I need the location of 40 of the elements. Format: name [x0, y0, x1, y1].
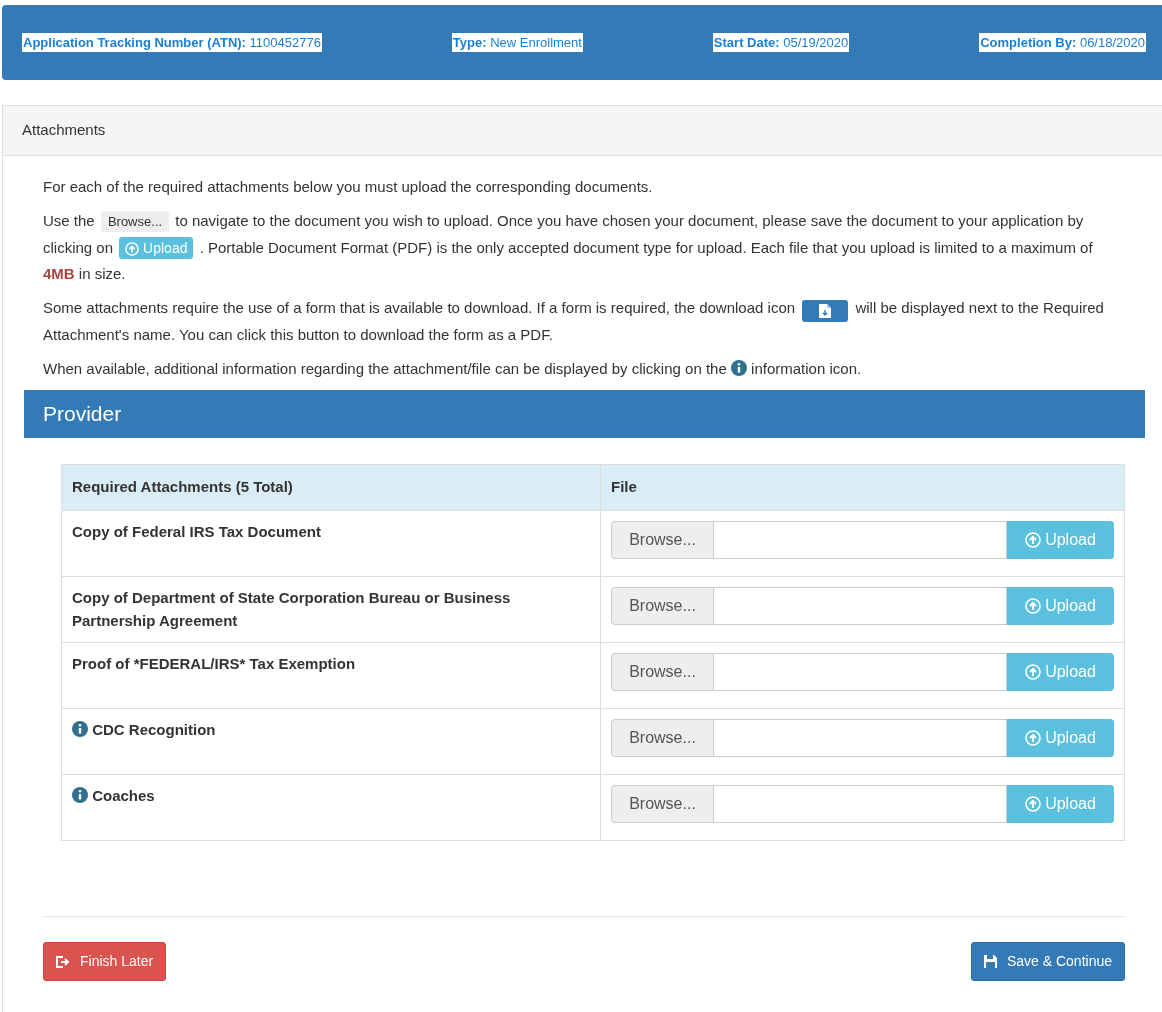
document-icon [819, 304, 832, 318]
file-name-field[interactable] [714, 521, 1007, 559]
file-name-field[interactable] [714, 719, 1007, 757]
upload-icon [1025, 598, 1042, 614]
attachment-name: Copy of Federal IRS Tax Document [72, 523, 321, 540]
upload-icon [1025, 796, 1042, 812]
attachment-name: Copy of Department of State Corporation Bureau or Business Partnership Agreement [72, 589, 511, 629]
file-name-field[interactable] [714, 587, 1007, 625]
upload-icon [1025, 730, 1042, 746]
attachment-name: Coaches [92, 787, 155, 804]
info-icon[interactable] [72, 787, 88, 803]
upload-icon [125, 242, 140, 257]
attachment-name: Proof of *FEDERAL/IRS* Tax Exemption [72, 655, 356, 672]
info-icon[interactable] [72, 721, 88, 737]
header-field: Start Date: 05/19/2020 [712, 32, 850, 53]
instruction-text: For each of the required attachments below you must upload the corresponding documents. [43, 177, 654, 197]
upload-icon [1025, 664, 1042, 680]
panel-title: Attachments [22, 120, 106, 141]
browse-button[interactable]: Browse... [611, 587, 714, 625]
exit-icon [56, 955, 70, 968]
section-title: Provider [43, 401, 122, 428]
browse-button[interactable]: Browse... [611, 719, 714, 757]
file-name-field[interactable] [714, 653, 1007, 691]
header-field: Completion By: 06/18/2020 [979, 32, 1146, 53]
instruction-text: Use the Browse... to navigate to the document you wish to upload. Once you have chosen your document, please save the document to your application by clicking on Upload . Portable Document Format (PDF) is the only accepted document type for upload. Each file that you upload is limited to a maximum of 4MB in size. [43, 210, 1094, 284]
upload-icon [1025, 532, 1042, 548]
browse-button[interactable]: Browse... [611, 785, 714, 823]
column-header: Required Attachments (5 Total) [61, 464, 601, 511]
column-header: File [600, 464, 1125, 511]
header-field: Application Tracking Number (ATN): 1100452776 [22, 32, 322, 53]
attachment-name: CDC Recognition [92, 721, 216, 738]
finish-later-button[interactable]: Finish Later [43, 942, 167, 981]
header-field: Type: New Enrollment [451, 32, 583, 53]
instruction-text: Some attachments require the use of a form that is available to download. If a form is required, the download icon will be displayed next to the Required Attachment's name. You can click this button to download the form as a PDF. [43, 298, 1105, 345]
instruction-text: When available, additional information regarding the attachment/file can be displayed by clicking on the information icon. [43, 359, 863, 379]
browse-button[interactable]: Browse... [611, 521, 714, 559]
browse-button[interactable]: Browse... [611, 653, 714, 691]
info-icon[interactable] [730, 360, 747, 376]
save-continue-button[interactable]: Save & Continue [970, 942, 1125, 981]
file-name-field[interactable] [714, 785, 1007, 823]
